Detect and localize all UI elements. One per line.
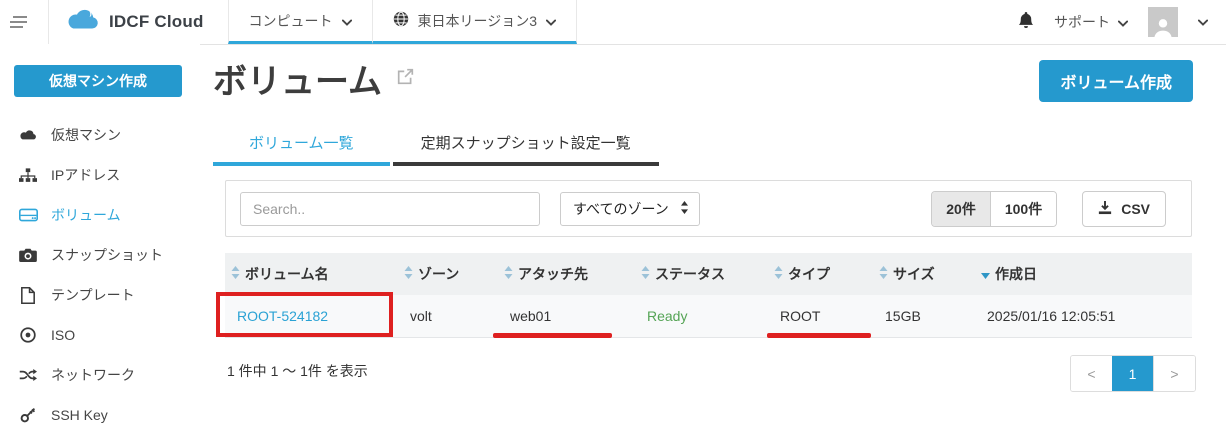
pagination-prev-button[interactable]: < xyxy=(1071,356,1112,391)
cell-zone: volt xyxy=(398,308,498,324)
cell-size: 15GB xyxy=(873,308,975,324)
download-icon xyxy=(1098,200,1112,218)
column-header-label: ゾーン xyxy=(418,264,459,284)
external-link-icon[interactable] xyxy=(397,68,414,90)
hamburger-menu-icon[interactable] xyxy=(0,0,49,44)
volume-name-link[interactable]: ROOT-524182 xyxy=(237,308,328,324)
logo-text: IDCF Cloud xyxy=(109,12,204,32)
column-header-zone[interactable]: ゾーン xyxy=(398,264,498,284)
topbar: IDCF Cloud コンピュート 東日本リージョン3 xyxy=(0,0,1226,45)
zone-select-value: すべてのゾーン xyxy=(573,199,669,219)
tab-volume-list[interactable]: ボリューム一覧 xyxy=(213,122,390,166)
idcf-logo[interactable]: IDCF Cloud xyxy=(49,0,228,44)
tab-scheduled-snapshot-settings[interactable]: 定期スナップショット設定一覧 xyxy=(393,122,659,166)
service-menu-label: コンピュート xyxy=(249,11,333,31)
pagination: < 1 > xyxy=(1070,355,1196,392)
column-header-label: ボリューム名 xyxy=(245,264,329,284)
volume-table: ボリューム名 ゾーン アタッチ先 ステータス タイプ サイズ xyxy=(225,253,1192,338)
sort-icon xyxy=(504,266,513,282)
page-title: ボリューム xyxy=(213,54,382,103)
sort-icon xyxy=(404,266,413,282)
tabs: ボリューム一覧 定期スナップショット設定一覧 xyxy=(213,122,659,166)
cell-volume-name: ROOT-524182 xyxy=(225,308,398,324)
service-menu-dropdown[interactable]: コンピュート xyxy=(228,0,373,44)
page-title-row: ボリューム xyxy=(213,54,414,103)
filter-panel: すべてのゾーン 20件 100件 CSV xyxy=(225,180,1192,237)
column-header-label: サイズ xyxy=(893,264,935,284)
column-header-label: ステータス xyxy=(655,264,725,284)
column-header-label: 作成日 xyxy=(995,264,1037,284)
cell-type: ROOT xyxy=(768,308,873,324)
search-input[interactable] xyxy=(240,192,540,226)
user-avatar[interactable] xyxy=(1148,7,1178,37)
support-label: サポート xyxy=(1054,12,1110,32)
chevron-down-icon xyxy=(342,13,352,29)
csv-download-button[interactable]: CSV xyxy=(1082,191,1166,227)
cell-attached-to: web01 xyxy=(498,308,635,324)
column-header-label: アタッチ先 xyxy=(518,264,588,284)
region-menu-dropdown[interactable]: 東日本リージョン3 xyxy=(373,0,578,44)
sort-desc-icon xyxy=(981,266,990,282)
page-size-100-button[interactable]: 100件 xyxy=(990,192,1056,226)
bell-icon[interactable] xyxy=(1018,11,1034,34)
column-header-size[interactable]: サイズ xyxy=(873,264,975,284)
account-chevron-down-icon[interactable] xyxy=(1198,13,1208,31)
sort-icon xyxy=(231,266,240,282)
support-dropdown[interactable]: サポート xyxy=(1054,12,1128,32)
column-header-type[interactable]: タイプ xyxy=(768,264,873,284)
cell-created-date: 2025/01/16 12:05:51 xyxy=(975,308,1192,324)
column-header-volume-name[interactable]: ボリューム名 xyxy=(225,264,398,284)
zone-select[interactable]: すべてのゾーン xyxy=(560,192,700,226)
sort-icon xyxy=(774,266,783,282)
column-header-status[interactable]: ステータス xyxy=(635,264,768,284)
main-content: ボリューム ボリューム作成 ボリューム一覧 定期スナップショット設定一覧 すべて… xyxy=(0,44,1226,427)
create-volume-button[interactable]: ボリューム作成 xyxy=(1039,60,1193,102)
column-header-created-date[interactable]: 作成日 xyxy=(975,264,1192,284)
table-header-row: ボリューム名 ゾーン アタッチ先 ステータス タイプ サイズ xyxy=(225,253,1192,295)
region-menu-label: 東日本リージョン3 xyxy=(418,11,538,31)
result-summary: 1 件中 1 ～ 1件 を表示 xyxy=(227,361,368,381)
cell-status: Ready xyxy=(635,308,768,324)
pagination-page-1-button[interactable]: 1 xyxy=(1112,356,1153,391)
topbar-right: サポート xyxy=(1018,0,1226,44)
column-header-attached-to[interactable]: アタッチ先 xyxy=(498,264,635,284)
sort-icon xyxy=(641,266,650,282)
select-updown-icon xyxy=(680,201,689,217)
table-row: ROOT-524182 volt web01 Ready ROOT 15GB 2… xyxy=(225,295,1192,338)
chevron-down-icon xyxy=(546,13,556,29)
pagination-next-button[interactable]: > xyxy=(1153,356,1195,391)
cloud-logo-icon xyxy=(66,8,100,36)
page-size-toggle: 20件 100件 xyxy=(931,191,1057,227)
globe-icon xyxy=(393,11,409,30)
csv-button-label: CSV xyxy=(1121,201,1150,217)
column-header-label: タイプ xyxy=(788,264,830,284)
top-navigation: コンピュート 東日本リージョン3 xyxy=(228,0,578,44)
chevron-down-icon xyxy=(1118,14,1128,30)
page-size-20-button[interactable]: 20件 xyxy=(932,192,990,226)
sort-icon xyxy=(879,266,888,282)
